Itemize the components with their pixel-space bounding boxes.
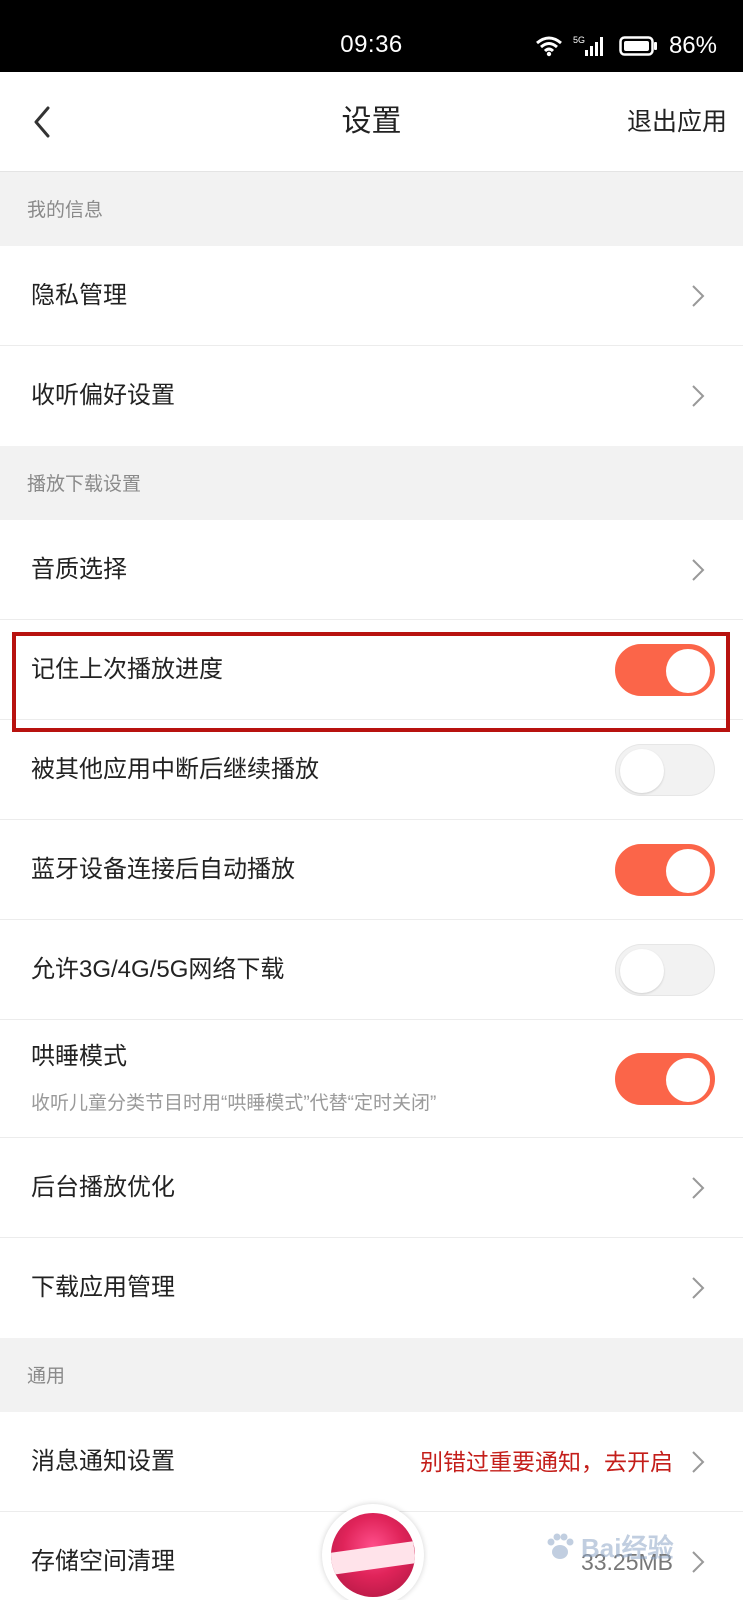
row-privacy-management[interactable]: 隐私管理 (0, 246, 743, 346)
toggle-resume-after-interrupt[interactable] (615, 744, 715, 796)
row-label: 允许3G/4G/5G网络下载 (31, 956, 285, 983)
section-title-general: 通用 (0, 1338, 743, 1412)
row-label: 隐私管理 (31, 282, 127, 309)
header-bar: 设置 退出应用 (0, 72, 743, 172)
battery-icon (619, 36, 657, 56)
toggle-knob (666, 1058, 710, 1102)
row-label: 收听偏好设置 (31, 382, 175, 409)
row-sleep-mode: 哄睡模式 收听儿童分类节目时用“哄睡模式”代替“定时关闭” (0, 1020, 743, 1138)
row-label: 蓝牙设备连接后自动播放 (31, 856, 295, 883)
row-label: 消息通知设置 (31, 1448, 175, 1475)
row-remember-progress: 记住上次播放进度 (0, 620, 743, 720)
row-resume-after-interrupt: 被其他应用中断后继续播放 (0, 720, 743, 820)
row-label: 记住上次播放进度 (31, 656, 223, 683)
toggle-sleep-mode[interactable] (615, 1053, 715, 1105)
row-label: 存储空间清理 (31, 1548, 175, 1575)
row-background-play-optimization[interactable]: 后台播放优化 (0, 1138, 743, 1238)
toggle-knob (620, 749, 664, 793)
chevron-right-icon (692, 559, 705, 581)
row-sublabel: 收听儿童分类节目时用“哄睡模式”代替“定时关闭” (31, 1093, 437, 1114)
cover-band (331, 1541, 415, 1575)
notification-hint: 别错过重要通知，去开启 (420, 1449, 673, 1475)
paw-icon (547, 1533, 574, 1559)
network-type: 5G (573, 35, 585, 45)
mini-player-button[interactable] (322, 1504, 424, 1600)
chevron-right-icon (692, 1451, 705, 1473)
toggle-remember-progress[interactable] (615, 644, 715, 696)
row-label: 音质选择 (31, 556, 127, 583)
chevron-right-icon (692, 285, 705, 307)
album-cover-image (331, 1513, 415, 1597)
row-mobile-network-download: 允许3G/4G/5G网络下载 (0, 920, 743, 1020)
section-title-my-info: 我的信息 (0, 172, 743, 246)
row-download-app-management[interactable]: 下载应用管理 (0, 1238, 743, 1338)
row-listening-preferences[interactable]: 收听偏好设置 (0, 346, 743, 446)
exit-app-button[interactable]: 退出应用 (627, 72, 727, 172)
row-notification-settings[interactable]: 消息通知设置 别错过重要通知，去开启 (0, 1412, 743, 1512)
toggle-knob (666, 849, 710, 893)
row-audio-quality[interactable]: 音质选择 (0, 520, 743, 620)
toggle-mobile-network-download[interactable] (615, 944, 715, 996)
chevron-right-icon (692, 385, 705, 407)
chevron-right-icon (692, 1277, 705, 1299)
row-label: 后台播放优化 (31, 1174, 175, 1201)
row-label: 下载应用管理 (31, 1274, 175, 1301)
baidu-watermark: Bai经验 (543, 1524, 713, 1568)
status-icons: 5G 86% (535, 30, 717, 62)
row-label: 被其他应用中断后继续播放 (31, 756, 319, 783)
battery-percent: 86% (668, 32, 717, 59)
signal-icon: 5G (573, 35, 603, 56)
toggle-knob (620, 949, 664, 993)
section-title-playback: 播放下载设置 (0, 446, 743, 520)
wifi-icon (535, 36, 562, 57)
watermark-text: Bai经验 (581, 1533, 674, 1563)
row-label: 哄睡模式 (31, 1043, 127, 1070)
toggle-knob (666, 649, 710, 693)
chevron-right-icon (692, 1177, 705, 1199)
status-bar: 09:36 5G 86% (0, 0, 743, 72)
toggle-bluetooth-autoplay[interactable] (615, 844, 715, 896)
row-bluetooth-autoplay: 蓝牙设备连接后自动播放 (0, 820, 743, 920)
